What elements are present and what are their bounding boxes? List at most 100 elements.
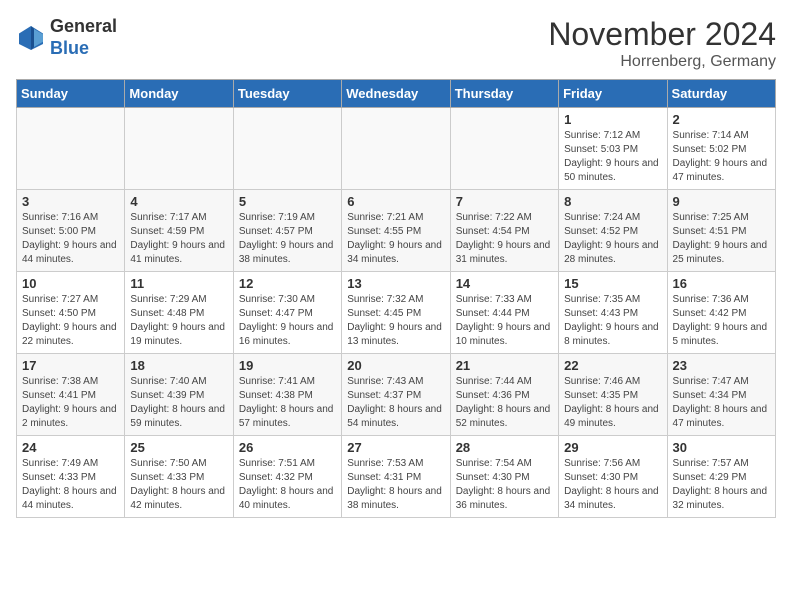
calendar-day-cell: 2 Sunrise: 7:14 AMSunset: 5:02 PMDaylight… <box>667 108 775 190</box>
day-info: Sunrise: 7:30 AMSunset: 4:47 PMDaylight:… <box>239 293 336 349</box>
day-info: Sunrise: 7:50 AMSunset: 4:33 PMDaylight:… <box>130 457 227 513</box>
day-number: 14 <box>456 276 553 291</box>
day-info: Sunrise: 7:44 AMSunset: 4:36 PMDaylight:… <box>456 375 553 431</box>
day-number: 20 <box>347 358 444 373</box>
day-info: Sunrise: 7:19 AMSunset: 4:57 PMDaylight:… <box>239 211 336 267</box>
calendar-day-cell: 22Sunrise: 7:46 AMSunset: 4:35 PMDayligh… <box>559 354 667 436</box>
day-number: 1 <box>564 112 661 127</box>
day-number: 29 <box>564 440 661 455</box>
calendar-day-cell <box>342 108 450 190</box>
calendar-day-cell: 20 Sunrise: 7:43 AMSunset: 4:37 PMDayligh… <box>342 354 450 436</box>
calendar-day-cell <box>233 108 341 190</box>
day-number: 11 <box>130 276 227 291</box>
calendar-day-cell: 17Sunrise: 7:38 AMSunset: 4:41 PMDayligh… <box>17 354 125 436</box>
day-info: Sunrise: 7:21 AMSunset: 4:55 PMDaylight:… <box>347 211 444 267</box>
calendar-day-cell: 3 Sunrise: 7:16 AMSunset: 5:00 PMDaylight… <box>17 190 125 272</box>
day-info: Sunrise: 7:54 AMSunset: 4:30 PMDaylight:… <box>456 457 553 513</box>
day-number: 7 <box>456 194 553 209</box>
weekday-header: Wednesday <box>342 80 450 108</box>
calendar-day-cell: 4Sunrise: 7:17 AMSunset: 4:59 PMDaylight… <box>125 190 233 272</box>
day-info: Sunrise: 7:12 AMSunset: 5:03 PMDaylight:… <box>564 129 661 185</box>
day-info: Sunrise: 7:36 AMSunset: 4:42 PMDaylight:… <box>673 293 770 349</box>
day-info: Sunrise: 7:33 AMSunset: 4:44 PMDaylight:… <box>456 293 553 349</box>
day-number: 6 <box>347 194 444 209</box>
day-info: Sunrise: 7:32 AMSunset: 4:45 PMDaylight:… <box>347 293 444 349</box>
day-number: 16 <box>673 276 770 291</box>
day-number: 27 <box>347 440 444 455</box>
logo-text: General Blue <box>50 16 117 59</box>
weekday-header: Friday <box>559 80 667 108</box>
day-info: Sunrise: 7:25 AMSunset: 4:51 PMDaylight:… <box>673 211 770 267</box>
calendar-day-cell: 7 Sunrise: 7:22 AMSunset: 4:54 PMDaylight… <box>450 190 558 272</box>
location: Horrenberg, Germany <box>548 53 776 71</box>
day-number: 15 <box>564 276 661 291</box>
calendar-day-cell: 26 Sunrise: 7:51 AMSunset: 4:32 PMDayligh… <box>233 436 341 518</box>
calendar-day-cell: 5 Sunrise: 7:19 AMSunset: 4:57 PMDaylight… <box>233 190 341 272</box>
weekday-header: Sunday <box>17 80 125 108</box>
calendar-day-cell: 6 Sunrise: 7:21 AMSunset: 4:55 PMDaylight… <box>342 190 450 272</box>
day-info: Sunrise: 7:41 AMSunset: 4:38 PMDaylight:… <box>239 375 336 431</box>
day-info: Sunrise: 7:16 AMSunset: 5:00 PMDaylight:… <box>22 211 119 267</box>
calendar-day-cell: 24Sunrise: 7:49 AMSunset: 4:33 PMDayligh… <box>17 436 125 518</box>
day-info: Sunrise: 7:40 AMSunset: 4:39 PMDaylight:… <box>130 375 227 431</box>
day-info: Sunrise: 7:29 AMSunset: 4:48 PMDaylight:… <box>130 293 227 349</box>
day-number: 3 <box>22 194 119 209</box>
calendar-day-cell: 18 Sunrise: 7:40 AMSunset: 4:39 PMDayligh… <box>125 354 233 436</box>
calendar-body: 1 Sunrise: 7:12 AMSunset: 5:03 PMDaylight… <box>17 108 776 518</box>
title-block: November 2024 Horrenberg, Germany <box>548 16 776 71</box>
day-number: 28 <box>456 440 553 455</box>
calendar-table: SundayMondayTuesdayWednesdayThursdayFrid… <box>16 79 776 518</box>
calendar-day-cell <box>450 108 558 190</box>
day-info: Sunrise: 7:47 AMSunset: 4:34 PMDaylight:… <box>673 375 770 431</box>
day-info: Sunrise: 7:51 AMSunset: 4:32 PMDaylight:… <box>239 457 336 513</box>
day-number: 5 <box>239 194 336 209</box>
month-title: November 2024 <box>548 16 776 53</box>
calendar-day-cell: 21 Sunrise: 7:44 AMSunset: 4:36 PMDayligh… <box>450 354 558 436</box>
day-info: Sunrise: 7:57 AMSunset: 4:29 PMDaylight:… <box>673 457 770 513</box>
calendar-day-cell: 16 Sunrise: 7:36 AMSunset: 4:42 PMDayligh… <box>667 272 775 354</box>
day-info: Sunrise: 7:46 AMSunset: 4:35 PMDaylight:… <box>564 375 661 431</box>
calendar-week-row: 3 Sunrise: 7:16 AMSunset: 5:00 PMDaylight… <box>17 190 776 272</box>
day-number: 21 <box>456 358 553 373</box>
calendar-day-cell: 25 Sunrise: 7:50 AMSunset: 4:33 PMDayligh… <box>125 436 233 518</box>
day-info: Sunrise: 7:49 AMSunset: 4:33 PMDaylight:… <box>22 457 119 513</box>
day-info: Sunrise: 7:35 AMSunset: 4:43 PMDaylight:… <box>564 293 661 349</box>
calendar-day-cell: 19Sunrise: 7:41 AMSunset: 4:38 PMDayligh… <box>233 354 341 436</box>
calendar-week-row: 17Sunrise: 7:38 AMSunset: 4:41 PMDayligh… <box>17 354 776 436</box>
day-info: Sunrise: 7:27 AMSunset: 4:50 PMDaylight:… <box>22 293 119 349</box>
logo: General Blue <box>16 16 117 59</box>
day-number: 18 <box>130 358 227 373</box>
day-info: Sunrise: 7:43 AMSunset: 4:37 PMDaylight:… <box>347 375 444 431</box>
day-info: Sunrise: 7:24 AMSunset: 4:52 PMDaylight:… <box>564 211 661 267</box>
calendar-day-cell: 27Sunrise: 7:53 AMSunset: 4:31 PMDayligh… <box>342 436 450 518</box>
day-number: 30 <box>673 440 770 455</box>
day-number: 26 <box>239 440 336 455</box>
calendar-day-cell: 13 Sunrise: 7:32 AMSunset: 4:45 PMDayligh… <box>342 272 450 354</box>
calendar-week-row: 10Sunrise: 7:27 AMSunset: 4:50 PMDayligh… <box>17 272 776 354</box>
calendar-day-cell: 12Sunrise: 7:30 AMSunset: 4:47 PMDayligh… <box>233 272 341 354</box>
calendar-day-cell: 23 Sunrise: 7:47 AMSunset: 4:34 PMDayligh… <box>667 354 775 436</box>
calendar-day-cell: 11 Sunrise: 7:29 AMSunset: 4:48 PMDayligh… <box>125 272 233 354</box>
weekday-header: Saturday <box>667 80 775 108</box>
day-number: 25 <box>130 440 227 455</box>
day-info: Sunrise: 7:14 AMSunset: 5:02 PMDaylight:… <box>673 129 770 185</box>
day-number: 13 <box>347 276 444 291</box>
calendar-week-row: 1 Sunrise: 7:12 AMSunset: 5:03 PMDaylight… <box>17 108 776 190</box>
calendar-day-cell: 15 Sunrise: 7:35 AMSunset: 4:43 PMDayligh… <box>559 272 667 354</box>
day-number: 8 <box>564 194 661 209</box>
day-number: 9 <box>673 194 770 209</box>
calendar-day-cell: 9 Sunrise: 7:25 AMSunset: 4:51 PMDaylight… <box>667 190 775 272</box>
weekday-header: Monday <box>125 80 233 108</box>
day-number: 2 <box>673 112 770 127</box>
day-number: 23 <box>673 358 770 373</box>
weekday-header: Thursday <box>450 80 558 108</box>
day-number: 17 <box>22 358 119 373</box>
calendar-day-cell: 14 Sunrise: 7:33 AMSunset: 4:44 PMDayligh… <box>450 272 558 354</box>
day-number: 4 <box>130 194 227 209</box>
calendar-day-cell: 8 Sunrise: 7:24 AMSunset: 4:52 PMDaylight… <box>559 190 667 272</box>
day-info: Sunrise: 7:22 AMSunset: 4:54 PMDaylight:… <box>456 211 553 267</box>
day-info: Sunrise: 7:56 AMSunset: 4:30 PMDaylight:… <box>564 457 661 513</box>
calendar-day-cell: 10Sunrise: 7:27 AMSunset: 4:50 PMDayligh… <box>17 272 125 354</box>
calendar-day-cell <box>17 108 125 190</box>
calendar-day-cell: 1 Sunrise: 7:12 AMSunset: 5:03 PMDaylight… <box>559 108 667 190</box>
